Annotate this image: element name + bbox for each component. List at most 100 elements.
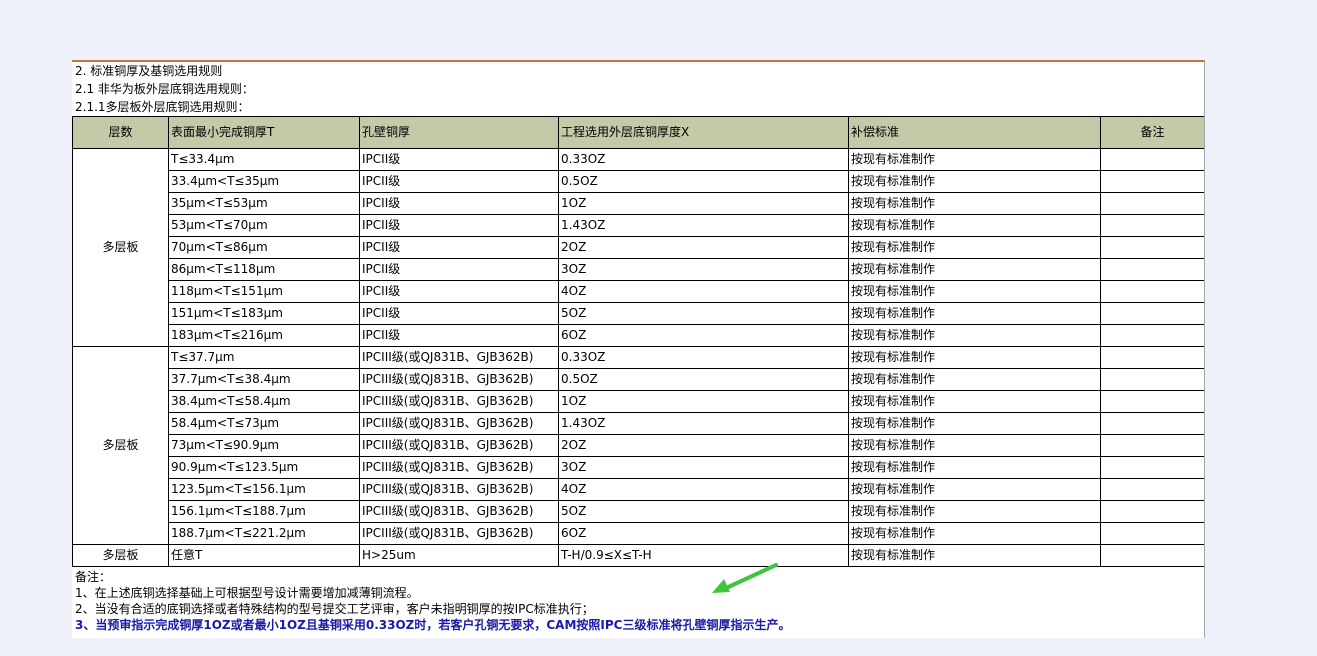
- surface-thickness-cell: T≤33.4μm: [168, 148, 360, 171]
- remark-cell: [1100, 500, 1204, 523]
- compensation-cell: 按现有标准制作: [848, 302, 1101, 325]
- surface-thickness-cell: 37.7μm<T≤38.4μm: [168, 368, 360, 391]
- compensation-cell: 按现有标准制作: [848, 192, 1101, 215]
- remark-cell: [1100, 456, 1204, 479]
- compensation-cell: 按现有标准制作: [848, 346, 1101, 369]
- base-copper-cell: 2OZ: [558, 434, 849, 457]
- compensation-cell: 按现有标准制作: [848, 500, 1101, 523]
- remarks-title: 备注：: [75, 570, 112, 584]
- table-row: 35μm<T≤53μm IPCII级 1OZ 按现有标准制作: [73, 192, 1204, 215]
- surface-thickness-cell: 53μm<T≤70μm: [168, 214, 360, 237]
- compensation-cell: 按现有标准制作: [848, 544, 1101, 567]
- hole-wall-copper-cell: IPCII级: [359, 324, 559, 347]
- hole-wall-copper-cell: IPCIII级(或QJ831B、GJB362B): [359, 434, 559, 457]
- surface-thickness-cell: 188.7μm<T≤221.2μm: [168, 522, 360, 545]
- surface-thickness-cell: 183μm<T≤216μm: [168, 324, 360, 347]
- hole-wall-copper-cell: IPCIII级(或QJ831B、GJB362B): [359, 368, 559, 391]
- table-row: 86μm<T≤118μm IPCII级 3OZ 按现有标准制作: [73, 258, 1204, 281]
- compensation-cell: 按现有标准制作: [848, 456, 1101, 479]
- hole-wall-copper-cell: IPCIII级(或QJ831B、GJB362B): [359, 500, 559, 523]
- base-copper-cell: 6OZ: [558, 522, 849, 545]
- compensation-cell: 按现有标准制作: [848, 280, 1101, 303]
- table-row: 53μm<T≤70μm IPCII级 1.43OZ 按现有标准制作: [73, 214, 1204, 237]
- base-copper-cell: 0.5OZ: [558, 368, 849, 391]
- column-header: 补偿标准: [848, 116, 1101, 149]
- base-copper-cell: 3OZ: [558, 258, 849, 281]
- surface-thickness-cell: 90.9μm<T≤123.5μm: [168, 456, 360, 479]
- compensation-cell: 按现有标准制作: [848, 390, 1101, 413]
- remark-cell: [1100, 412, 1204, 435]
- table-row: 多层板 T≤33.4μm IPCII级 0.33OZ 按现有标准制作: [72, 148, 1204, 347]
- green-arrow-icon: [712, 563, 778, 593]
- layer-type-cell: 多层板: [72, 544, 169, 567]
- remark-line-2: 2、当没有合适的底铜选择或者特殊结构的型号提交工艺评审，客户未指明铜厚的按IPC…: [75, 602, 594, 616]
- hole-wall-copper-cell: IPCII级: [359, 236, 559, 259]
- table-row: 多层板 T≤37.7μm IPCIII级(或QJ831B、GJB362B) 0.33O…: [72, 346, 1204, 545]
- base-copper-cell: 0.33OZ: [558, 148, 849, 171]
- hole-wall-copper-cell: IPCII级: [359, 302, 559, 325]
- compensation-cell: 按现有标准制作: [848, 236, 1101, 259]
- surface-thickness-cell: 123.5μm<T≤156.1μm: [168, 478, 360, 501]
- base-copper-cell: 1.43OZ: [558, 412, 849, 435]
- base-copper-cell: 5OZ: [558, 302, 849, 325]
- table-row: 188.7μm<T≤221.2μm IPCIII级(或QJ831B、GJB362B…: [73, 522, 1204, 545]
- base-copper-cell: 4OZ: [558, 280, 849, 303]
- compensation-cell: 按现有标准制作: [848, 434, 1101, 457]
- hole-wall-copper-cell: IPCII级: [359, 214, 559, 237]
- surface-thickness-cell: 86μm<T≤118μm: [168, 258, 360, 281]
- remark-cell: [1100, 214, 1204, 237]
- remark-cell: [1100, 192, 1204, 215]
- compensation-cell: 按现有标准制作: [848, 148, 1101, 171]
- remark-cell: [1100, 346, 1204, 369]
- compensation-cell: 按现有标准制作: [848, 478, 1101, 501]
- compensation-cell: 按现有标准制作: [848, 368, 1101, 391]
- copper-selection-table: 层数 表面最小完成铜厚T 孔壁铜厚 工程选用外层底铜厚度X 补偿标准 备注 多层…: [72, 116, 1204, 567]
- column-header: 孔壁铜厚: [359, 116, 559, 149]
- hole-wall-copper-cell: IPCII级: [359, 148, 559, 171]
- remark-cell: [1100, 236, 1204, 259]
- remark-cell: [1100, 478, 1204, 501]
- remark-cell: [1100, 302, 1204, 325]
- table-body: 多层板 T≤33.4μm IPCII级 0.33OZ 按现有标准制作 33.4μm<T≤3…: [72, 148, 1204, 567]
- remark-line-1: 1、在上述底铜选择基础上可根据型号设计需要增加减薄铜流程。: [75, 586, 419, 600]
- surface-thickness-cell: T≤37.7μm: [168, 346, 360, 369]
- surface-thickness-cell: 38.4μm<T≤58.4μm: [168, 390, 360, 413]
- compensation-cell: 按现有标准制作: [848, 170, 1101, 193]
- remark-cell: [1100, 324, 1204, 347]
- surface-thickness-cell: 156.1μm<T≤188.7μm: [168, 500, 360, 523]
- compensation-cell: 按现有标准制作: [848, 324, 1101, 347]
- base-copper-cell: 5OZ: [558, 500, 849, 523]
- column-header: 备注: [1100, 116, 1204, 149]
- table-row: 70μm<T≤86μm IPCII级 2OZ 按现有标准制作: [73, 236, 1204, 259]
- compensation-cell: 按现有标准制作: [848, 522, 1101, 545]
- table-row: 90.9μm<T≤123.5μm IPCIII级(或QJ831B、GJB362B)…: [73, 456, 1204, 479]
- layer-type-cell: 多层板: [72, 346, 169, 545]
- surface-thickness-cell: 151μm<T≤183μm: [168, 302, 360, 325]
- hole-wall-copper-cell: IPCII级: [359, 280, 559, 303]
- remark-cell: [1100, 434, 1204, 457]
- remark-cell: [1100, 148, 1204, 171]
- base-copper-cell: 1OZ: [558, 192, 849, 215]
- remark-cell: [1100, 170, 1204, 193]
- base-copper-cell: 0.33OZ: [558, 346, 849, 369]
- hole-wall-copper-cell: IPCII级: [359, 258, 559, 281]
- remark-cell: [1100, 258, 1204, 281]
- hole-wall-copper-cell: IPCIII级(或QJ831B、GJB362B): [359, 346, 559, 369]
- column-header: 工程选用外层底铜厚度X: [558, 116, 849, 149]
- table-row: 151μm<T≤183μm IPCII级 5OZ 按现有标准制作: [73, 302, 1204, 325]
- table-row: 123.5μm<T≤156.1μm IPCIII级(或QJ831B、GJB362B…: [73, 478, 1204, 501]
- hole-wall-copper-cell: IPCII级: [359, 170, 559, 193]
- base-copper-cell: 6OZ: [558, 324, 849, 347]
- base-copper-cell: 1OZ: [558, 390, 849, 413]
- surface-thickness-cell: 35μm<T≤53μm: [168, 192, 360, 215]
- column-header: 层数: [72, 116, 169, 149]
- compensation-cell: 按现有标准制作: [848, 258, 1101, 281]
- remark-cell: [1100, 522, 1204, 545]
- table-row: 183μm<T≤216μm IPCII级 6OZ 按现有标准制作: [73, 324, 1204, 347]
- table-row: 156.1μm<T≤188.7μm IPCIII级(或QJ831B、GJB362B…: [73, 500, 1204, 523]
- hole-wall-copper-cell: H>25um: [359, 544, 559, 567]
- base-copper-cell: 2OZ: [558, 236, 849, 259]
- heading-section-2-1: 2.1 非华为板外层底铜选用规则：: [75, 82, 254, 96]
- base-copper-cell: T-H/0.9≤X≤T-H: [558, 544, 849, 567]
- table-row: 33.4μm<T≤35μm IPCII级 0.5OZ 按现有标准制作: [73, 170, 1204, 193]
